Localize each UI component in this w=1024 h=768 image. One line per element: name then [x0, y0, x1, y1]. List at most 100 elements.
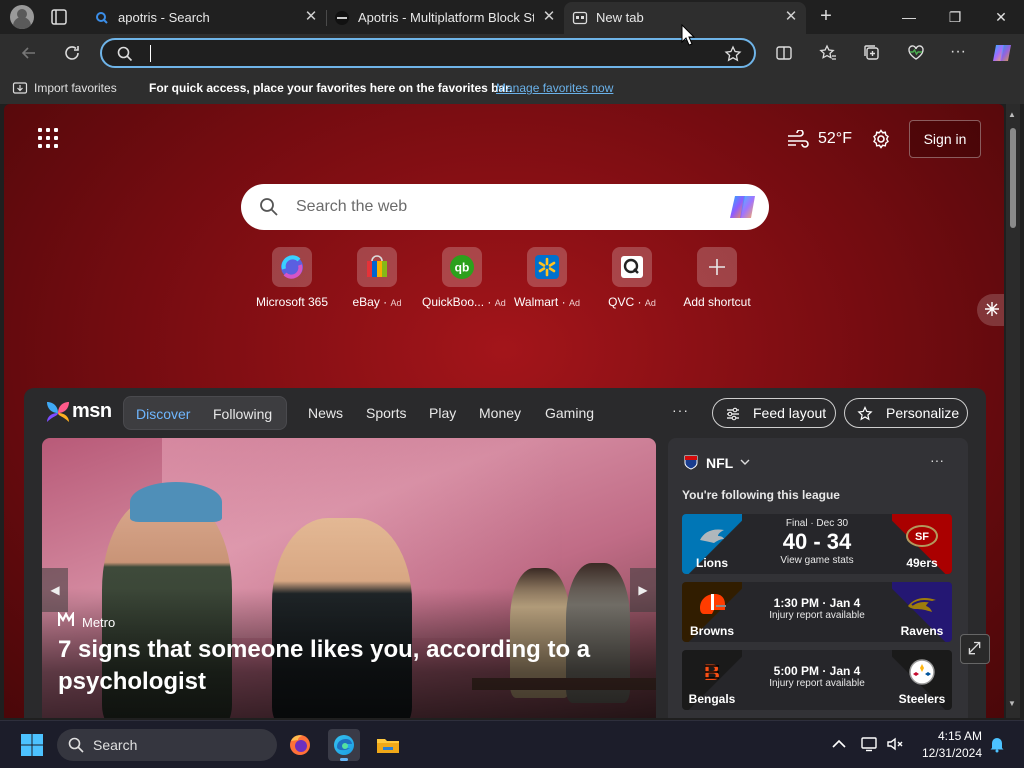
- bengals-color-block: B Bengals: [682, 650, 742, 710]
- browns-color-block: Browns: [682, 582, 742, 642]
- profile-avatar[interactable]: [10, 5, 34, 29]
- copilot-icon[interactable]: [728, 193, 758, 221]
- expand-feed-button[interactable]: [960, 634, 990, 664]
- metro-logo-icon: [58, 612, 74, 626]
- search-icon: [68, 737, 84, 753]
- shortcut-ebay[interactable]: eBay · Ad: [337, 247, 417, 309]
- add-shortcut-plus-icon: [697, 247, 737, 287]
- close-tab-icon[interactable]: ✕: [782, 8, 800, 26]
- nfl-more-options[interactable]: ···: [930, 452, 944, 468]
- notifications-bell-icon[interactable]: [988, 735, 1006, 753]
- taskbar-search-box[interactable]: Search: [57, 729, 277, 761]
- personalize-button[interactable]: Personalize: [844, 398, 968, 428]
- hero-source[interactable]: Metro: [82, 615, 115, 630]
- discover-following-toggle: Discover Following: [123, 396, 287, 430]
- game-bengals-steelers[interactable]: B Bengals 5:00 PM · Jan 4 Injury report …: [682, 650, 952, 710]
- nav-money[interactable]: Money: [479, 405, 521, 421]
- firefox-taskbar-button[interactable]: [284, 729, 316, 761]
- expand-arrows-icon: [968, 641, 981, 655]
- collections-icon[interactable]: [862, 43, 882, 63]
- nav-play[interactable]: Play: [429, 405, 456, 421]
- scroll-up-arrow-icon[interactable]: ▲: [1008, 110, 1016, 119]
- game-status: Final · Dec 30: [785, 518, 849, 529]
- close-tab-icon[interactable]: ✕: [302, 8, 320, 26]
- new-tab-button[interactable]: +: [816, 6, 836, 27]
- weather-temperature[interactable]: 52°F: [818, 130, 852, 148]
- minimize-button[interactable]: —: [894, 6, 924, 28]
- page-scrollbar[interactable]: ▲ ▼: [1006, 104, 1020, 718]
- feed-layout-label: Feed layout: [753, 405, 827, 421]
- shortcut-microsoft-365[interactable]: Microsoft 365: [252, 247, 332, 309]
- game-browns-ravens[interactable]: Browns 1:30 PM · Jan 4 Injury report ava…: [682, 582, 952, 642]
- close-tab-icon[interactable]: ✕: [540, 8, 558, 26]
- hero-prev-arrow[interactable]: ◀: [42, 568, 68, 612]
- msn-logo-text[interactable]: msn: [72, 400, 112, 423]
- show-hidden-icons-chevron-icon[interactable]: [830, 735, 848, 753]
- nav-more-button[interactable]: ···: [672, 402, 689, 418]
- search-icon: [117, 46, 133, 62]
- shortcut-walmart[interactable]: Walmart · Ad: [507, 247, 587, 309]
- ad-label: Ad: [644, 298, 656, 308]
- scroll-down-arrow-icon[interactable]: ▼: [1008, 699, 1016, 708]
- bing-search-icon: [96, 12, 108, 24]
- web-search-box[interactable]: [241, 184, 769, 230]
- wind-weather-icon[interactable]: [786, 130, 810, 148]
- sign-in-button[interactable]: Sign in: [909, 120, 981, 158]
- sparkle-side-button[interactable]: [977, 294, 1004, 326]
- shortcut-qvc[interactable]: QVC · Ad: [592, 247, 672, 309]
- tab-apotris-site[interactable]: Apotris - Multiplatform Block Stac ✕: [326, 2, 564, 34]
- nav-sports[interactable]: Sports: [366, 405, 406, 421]
- game-lions-49ers[interactable]: Lions Final · Dec 30 40 - 34 View game s…: [682, 514, 952, 574]
- address-bar[interactable]: [100, 38, 756, 68]
- tab-apotris-search[interactable]: apotris - Search ✕: [86, 2, 326, 34]
- microsoft-365-icon: [272, 247, 312, 287]
- hero-article-card[interactable]: ◀ ▶ Metro 7 signs that someone likes you…: [42, 438, 656, 718]
- game-note[interactable]: View game stats: [746, 555, 888, 566]
- refresh-icon[interactable]: [61, 42, 83, 64]
- shortcut-label: Walmart: [514, 295, 559, 309]
- nav-news[interactable]: News: [308, 405, 343, 421]
- address-input[interactable]: [150, 43, 710, 63]
- import-favorites-icon[interactable]: [12, 80, 28, 96]
- settings-and-more-icon[interactable]: ···: [950, 43, 970, 63]
- new-tab-page: 52°F Sign in Microsoft 365 eBay · Ad: [4, 104, 1004, 718]
- restore-button[interactable]: ❐: [940, 6, 970, 28]
- windows-start-icon[interactable]: [20, 733, 44, 757]
- back-icon[interactable]: [18, 42, 40, 64]
- feed-layout-button[interactable]: Feed layout: [712, 398, 836, 428]
- game-note[interactable]: Injury report available: [746, 678, 888, 689]
- hero-next-arrow[interactable]: ▶: [630, 568, 656, 612]
- split-screen-icon[interactable]: [774, 43, 794, 63]
- tab-actions-icon[interactable]: [50, 8, 68, 26]
- chevron-down-icon[interactable]: [740, 457, 750, 467]
- file-explorer-taskbar-button[interactable]: [372, 729, 404, 761]
- page-settings-gear-icon[interactable]: [870, 128, 892, 150]
- nfl-title[interactable]: NFL: [706, 455, 733, 471]
- edge-taskbar-button[interactable]: [328, 729, 360, 761]
- game-note[interactable]: Injury report available: [746, 610, 888, 621]
- 49ers-color-block: SF 49ers: [892, 514, 952, 574]
- shortcut-quickbooks[interactable]: qb QuickBoo... · Ad: [422, 247, 506, 309]
- display-icon[interactable]: [860, 735, 878, 753]
- manage-favorites-link[interactable]: Manage favorites now: [496, 81, 613, 95]
- close-window-button[interactable]: ✕: [986, 6, 1016, 28]
- hero-title[interactable]: 7 signs that someone likes you, accordin…: [58, 634, 598, 698]
- add-favorite-star-icon[interactable]: [724, 45, 742, 63]
- clock-time[interactable]: 4:15 AM: [930, 729, 982, 743]
- tab-discover[interactable]: Discover: [136, 406, 190, 422]
- browser-essentials-icon[interactable]: [906, 43, 926, 63]
- import-favorites-button[interactable]: Import favorites: [34, 81, 117, 95]
- nav-gaming[interactable]: Gaming: [545, 405, 594, 421]
- apotris-favicon-icon: [335, 11, 349, 25]
- shortcut-add[interactable]: Add shortcut: [677, 247, 757, 309]
- tab-following[interactable]: Following: [213, 406, 272, 422]
- web-search-input[interactable]: [296, 197, 676, 217]
- scroll-thumb[interactable]: [1010, 128, 1016, 228]
- volume-muted-icon[interactable]: [886, 735, 904, 753]
- favorites-icon[interactable]: [818, 43, 838, 63]
- app-launcher-icon[interactable]: [38, 128, 58, 148]
- copilot-icon[interactable]: [990, 41, 1014, 65]
- ebay-icon: [357, 247, 397, 287]
- clock-date[interactable]: 12/31/2024: [914, 746, 982, 760]
- lions-color-block: Lions: [682, 514, 742, 574]
